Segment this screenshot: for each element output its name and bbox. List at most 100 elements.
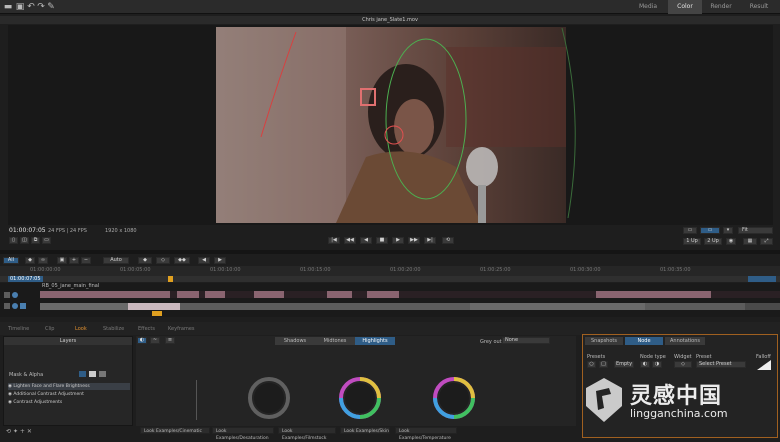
tab-color[interactable]: Color [668, 0, 702, 14]
timeline-clip[interactable] [40, 303, 128, 310]
timeline-clip[interactable] [645, 303, 745, 310]
timeline-clip[interactable] [177, 291, 199, 298]
video-frame[interactable] [216, 27, 566, 223]
node-type-a-icon[interactable]: ◐ [640, 361, 650, 368]
audio-icon[interactable] [20, 303, 26, 309]
layer-item[interactable]: ◉ Additional Contrast Adjustment [8, 391, 130, 398]
timeline-clip[interactable] [596, 291, 711, 298]
prev-frame-icon[interactable]: ◀◀ [344, 237, 356, 244]
timeline-clip[interactable] [470, 303, 645, 310]
look-tab[interactable]: Look Examples/Filmstock [278, 427, 336, 441]
tab-timeline[interactable]: Timeline [8, 325, 29, 334]
curve-mode-icon[interactable]: ~ [150, 337, 160, 344]
color-wheel-highlights[interactable] [431, 375, 477, 421]
copy-layer-icon[interactable]: ✦ [13, 428, 20, 435]
layer-item[interactable]: ◉ Lighten Face and Flare Brightness [8, 383, 130, 390]
add-layer-icon[interactable]: ⟲ [6, 428, 13, 435]
next-frame-icon[interactable]: ▶▶ [408, 237, 420, 244]
tab-clip[interactable]: Clip [45, 325, 54, 334]
look-tab[interactable]: Look Examples/Cinematic [140, 427, 210, 434]
wrench-icon[interactable]: ✎ [46, 2, 56, 12]
folder-icon[interactable]: ▬ [3, 2, 13, 12]
tab-effects[interactable]: Effects [138, 325, 155, 334]
layer-item[interactable]: ◉ Contrast Adjustments [8, 399, 130, 406]
prev-keyframe-icon[interactable]: ◀ [198, 257, 210, 264]
tab-result[interactable]: Result [740, 0, 778, 14]
node-type-b-icon[interactable]: ◑ [652, 361, 662, 368]
overlay-icon[interactable]: ▯ [9, 237, 18, 244]
one-up-button[interactable]: 1 Up [683, 238, 701, 245]
undo-icon[interactable]: ↶ [26, 2, 36, 12]
tab-stabilize[interactable]: Stabilize [103, 325, 124, 334]
fullscreen-icon[interactable]: ⤢ [760, 238, 773, 245]
goto-end-icon[interactable]: ▶| [424, 237, 436, 244]
invert-icon[interactable] [99, 371, 106, 377]
remove-keyframe-icon[interactable]: ◇ [156, 257, 170, 264]
eye-icon[interactable] [12, 292, 18, 298]
marker-icon[interactable]: ◆ [25, 257, 35, 264]
keyframe-all-icon[interactable]: ◆◆ [174, 257, 190, 264]
play-back-icon[interactable]: ◀ [360, 237, 372, 244]
tab-look[interactable]: Look [75, 325, 87, 334]
eye-icon[interactable] [12, 303, 18, 309]
grey-out-select[interactable]: None [502, 337, 550, 344]
playhead-marker[interactable] [168, 276, 173, 282]
tab-node[interactable]: Node [625, 337, 663, 345]
select-preset-dropdown[interactable]: Select Preset [696, 361, 746, 368]
wheel-mode-icon[interactable]: ◐ [137, 337, 147, 344]
camera-icon[interactable]: ◉ [726, 238, 736, 245]
timeline-ruler[interactable]: 01:00:00:00 01:00:05:00 01:00:10:00 01:0… [0, 266, 780, 276]
goto-start-icon[interactable]: |◀ [328, 237, 340, 244]
left-slider[interactable] [196, 380, 197, 420]
color-wheel-shadows[interactable] [246, 375, 292, 421]
link-icon[interactable]: ∞ [38, 257, 48, 264]
timeline-clip[interactable] [254, 291, 284, 298]
save-icon[interactable]: ▣ [15, 2, 25, 12]
play-icon[interactable]: ▶ [392, 237, 404, 244]
fit-select[interactable]: Fit [738, 227, 773, 234]
tab-midtones[interactable]: Midtones [315, 337, 355, 345]
timeline-clip-selected[interactable] [128, 303, 180, 310]
alpha-icon[interactable] [89, 371, 96, 377]
empty-button[interactable]: Empty [614, 361, 634, 368]
look-tab[interactable]: Look Examples/Temperature [395, 427, 457, 441]
tab-snapshots[interactable]: Snapshots [585, 337, 623, 345]
tab-annotations[interactable]: Annotations [665, 337, 705, 345]
delete-layer-icon[interactable]: ✕ [27, 428, 32, 435]
redo-icon[interactable]: ↷ [36, 2, 46, 12]
next-keyframe-icon[interactable]: ▶ [214, 257, 226, 264]
timeline-clip[interactable] [180, 303, 470, 310]
lock-icon[interactable] [4, 303, 10, 309]
look-tab[interactable]: Look Examples/Skin [340, 427, 390, 434]
slider-mode-icon[interactable]: ≡ [165, 337, 175, 344]
zoom-in-icon[interactable]: + [69, 257, 79, 264]
mask-icon[interactable] [79, 371, 86, 377]
view-options-icon[interactable]: ▾ [723, 227, 733, 234]
thumb-icon[interactable]: ▣ [57, 257, 67, 264]
auto-button[interactable]: Auto [103, 257, 129, 264]
tab-media[interactable]: Media [628, 0, 668, 14]
widget-toggle[interactable]: ◇ [674, 361, 692, 368]
loop-icon[interactable]: ⟲ [442, 237, 454, 244]
plus-icon[interactable]: + [20, 428, 27, 435]
monitor-icon[interactable]: ▭ [683, 227, 697, 234]
stop-icon[interactable]: ■ [376, 237, 388, 244]
tab-highlights[interactable]: Highlights [355, 337, 395, 345]
range-end-marker[interactable] [748, 276, 776, 282]
tab-keyframes[interactable]: Keyframes [168, 325, 195, 334]
timeline-clip[interactable] [40, 291, 170, 298]
timeline-clip[interactable] [205, 291, 225, 298]
keyframe-marker[interactable] [152, 311, 162, 316]
add-keyframe-icon[interactable]: ◆ [138, 257, 152, 264]
zoom-out-icon[interactable]: − [81, 257, 91, 264]
lock-icon[interactable] [4, 292, 10, 298]
preset-square-icon[interactable]: □ [599, 361, 608, 368]
all-button[interactable]: All [3, 257, 19, 264]
safe-icon[interactable]: ▭ [42, 237, 51, 244]
compare-icon[interactable]: ⧉ [31, 237, 40, 244]
look-tab[interactable]: Look Examples/Desaturation [212, 427, 274, 441]
split-icon[interactable]: ◫ [20, 237, 29, 244]
grid-icon[interactable]: ▦ [743, 238, 757, 245]
color-wheel-midtones[interactable] [337, 375, 383, 421]
timeline-clip[interactable] [327, 291, 352, 298]
